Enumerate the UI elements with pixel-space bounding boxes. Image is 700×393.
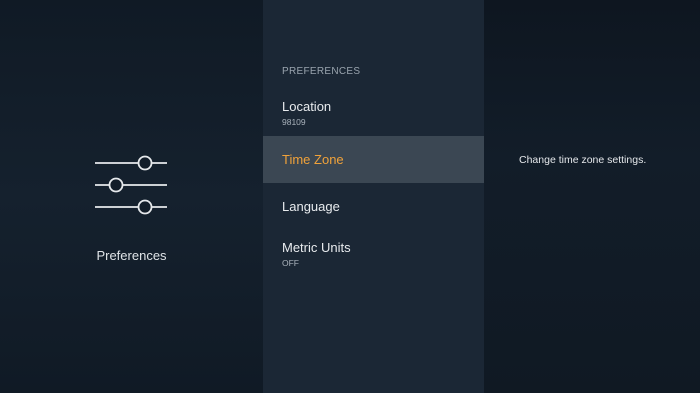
menu-item-value: OFF [282, 258, 299, 268]
menu-item-metric-units[interactable]: Metric Units OFF [263, 230, 484, 274]
menu-item-label: Language [282, 199, 340, 214]
menu-item-time-zone[interactable]: Time Zone [263, 136, 484, 183]
category-title: Preferences [96, 248, 167, 263]
menu-item-value: 98109 [282, 117, 306, 127]
sliders-icon [95, 155, 167, 215]
help-pane [484, 0, 700, 393]
menu-item-location[interactable]: Location 98109 [263, 90, 484, 134]
section-header: PREFERENCES [282, 66, 361, 77]
menu-item-label: Time Zone [282, 152, 344, 167]
help-text: Change time zone settings. [519, 154, 647, 166]
menu-item-label: Location [282, 99, 332, 114]
menu-item-language[interactable]: Language [263, 190, 484, 224]
menu-item-label: Metric Units [282, 240, 351, 255]
left-pane: Preferences [0, 0, 263, 393]
